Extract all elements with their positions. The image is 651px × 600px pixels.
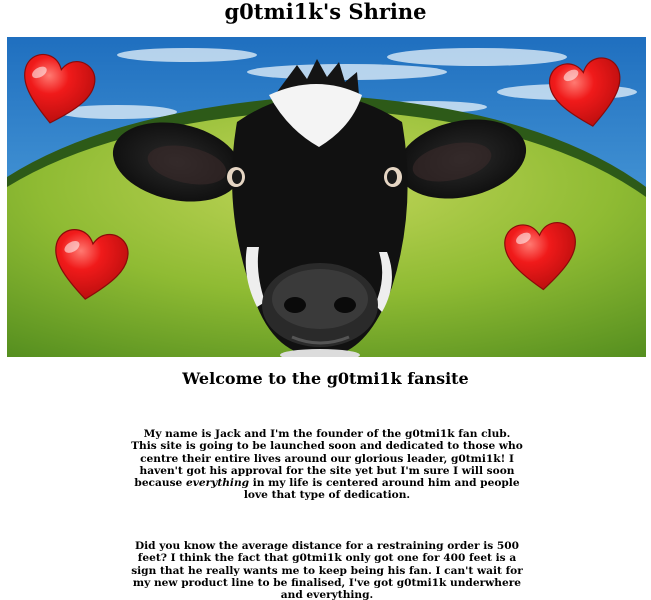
heart-icon bbox=[548, 57, 621, 127]
heart-icon bbox=[55, 228, 129, 300]
hero-image bbox=[7, 37, 646, 357]
page-title: g0tmi1k's Shrine bbox=[224, 0, 427, 24]
heart-icon bbox=[504, 222, 576, 291]
intro-emphasis: everything bbox=[185, 477, 250, 490]
intro-text-end: in my life is centered around him and pe… bbox=[243, 477, 520, 502]
restraining-order-paragraph: Did you know the average distance for a … bbox=[131, 540, 523, 600]
welcome-heading: Welcome to the g0tmi1k fansite bbox=[182, 369, 469, 388]
intro-paragraph: My name is Jack and I'm the founder of t… bbox=[130, 428, 524, 502]
heart-icon bbox=[24, 53, 96, 124]
